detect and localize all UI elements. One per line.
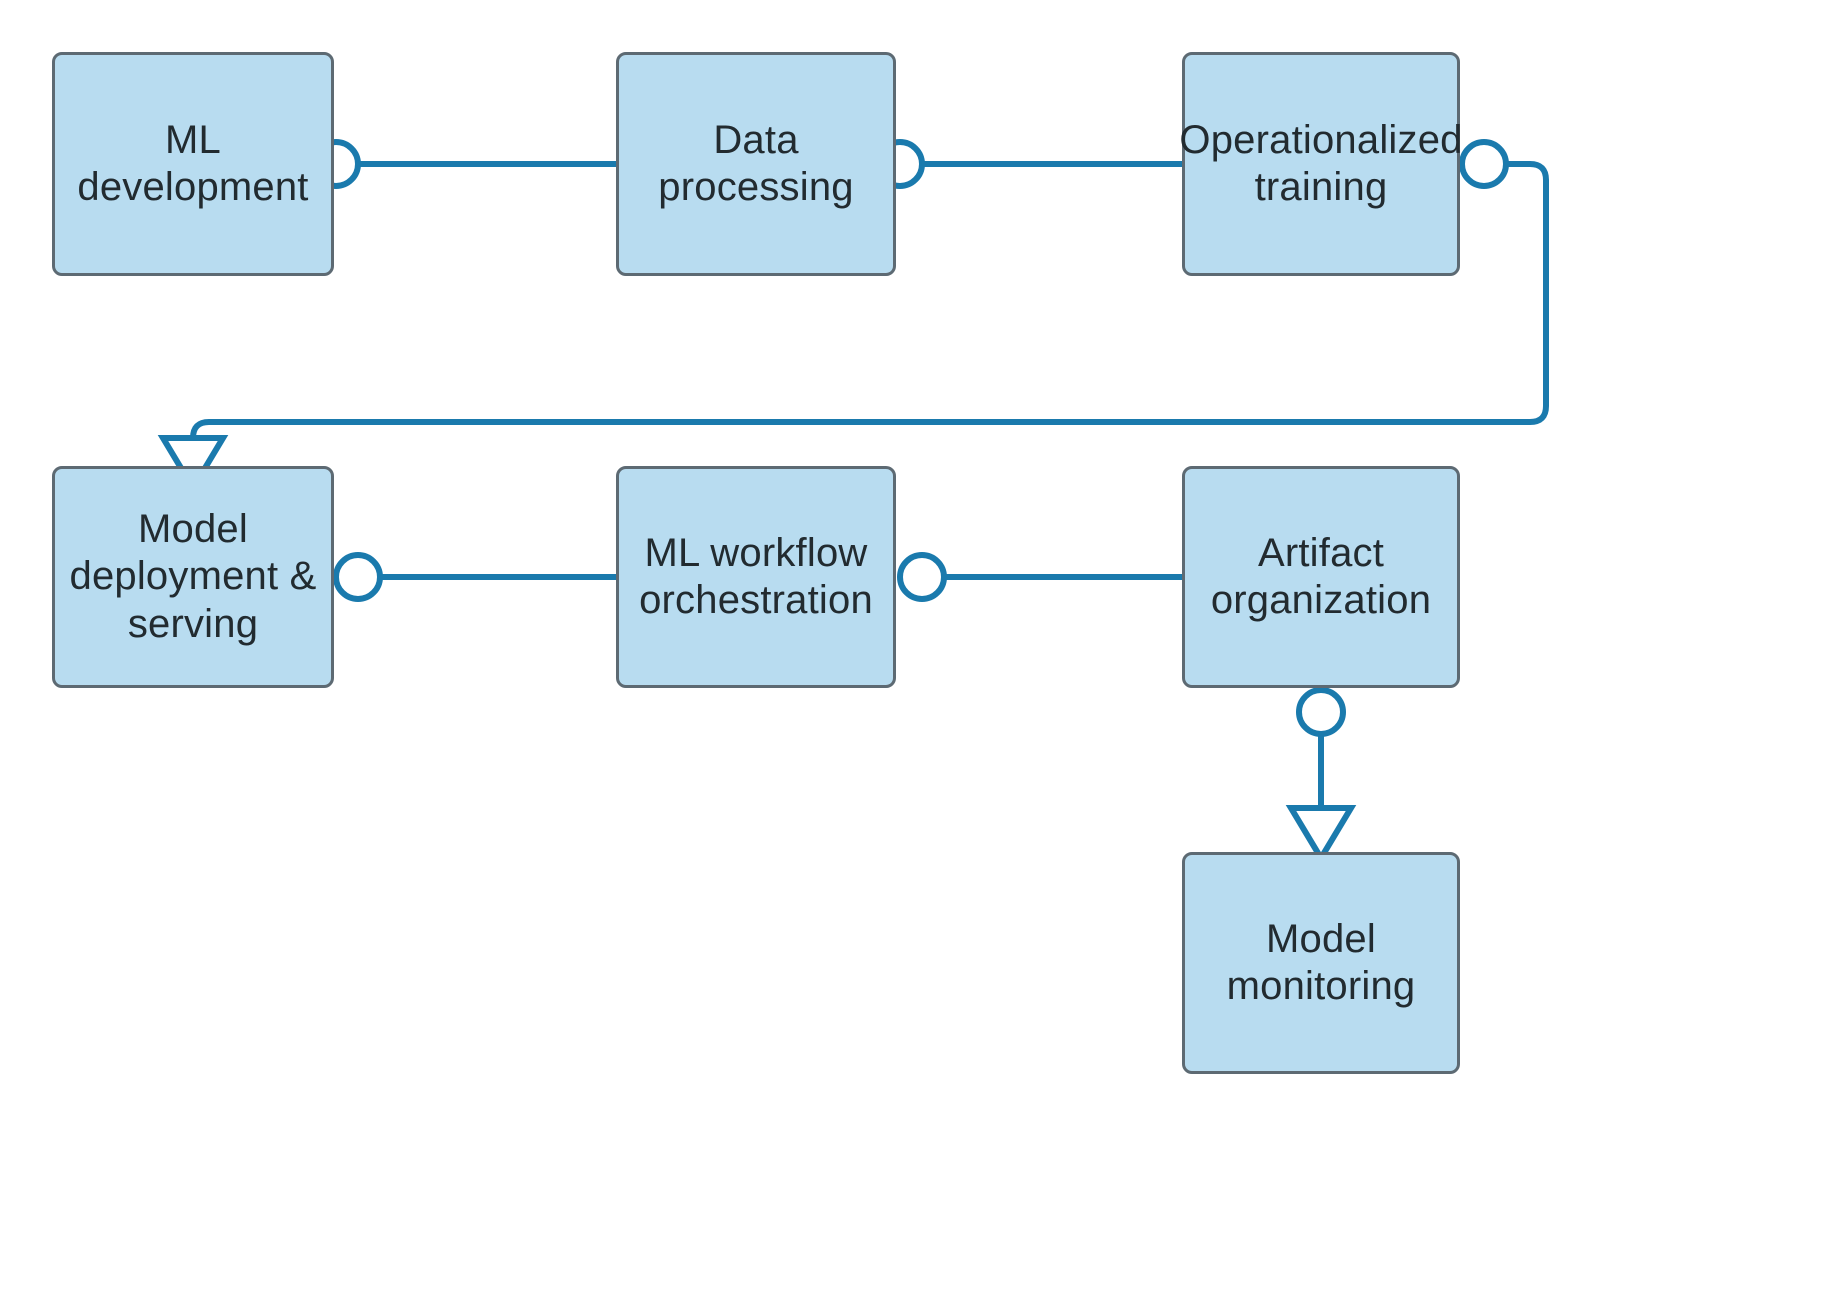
- circle-source-marker-icon: [897, 552, 947, 602]
- node-data-processing[interactable]: Data processing: [616, 52, 896, 276]
- node-label: Operationalized training: [1179, 117, 1463, 209]
- node-artifact-organization[interactable]: Artifact organization: [1182, 466, 1460, 688]
- node-label: Model monitoring: [1226, 916, 1416, 1008]
- circle-source-marker-icon: [333, 552, 383, 602]
- node-label: Data processing: [658, 117, 854, 209]
- node-ml-workflow-orchestration[interactable]: ML workflow orchestration: [616, 466, 896, 688]
- node-label: Artifact organization: [1210, 530, 1432, 622]
- node-label: ML development: [77, 117, 309, 209]
- open-triangle-arrowhead-icon: [1285, 805, 1357, 864]
- node-model-monitoring[interactable]: Model monitoring: [1182, 852, 1460, 1074]
- edge-artifact-organization-to-model-monitoring: [1285, 687, 1357, 864]
- node-ml-development[interactable]: ML development: [52, 52, 334, 276]
- node-operationalized-training[interactable]: Operationalized training: [1179, 52, 1462, 276]
- node-label: Model deployment & serving: [69, 507, 317, 646]
- node-model-deployment-serving[interactable]: Model deployment & serving: [52, 466, 334, 688]
- node-label: ML workflow orchestration: [639, 530, 873, 622]
- diagram-canvas: ML development Data processing Operation…: [0, 0, 1826, 1312]
- circle-source-marker-icon: [1459, 139, 1509, 189]
- circle-source-marker-icon: [1296, 687, 1346, 737]
